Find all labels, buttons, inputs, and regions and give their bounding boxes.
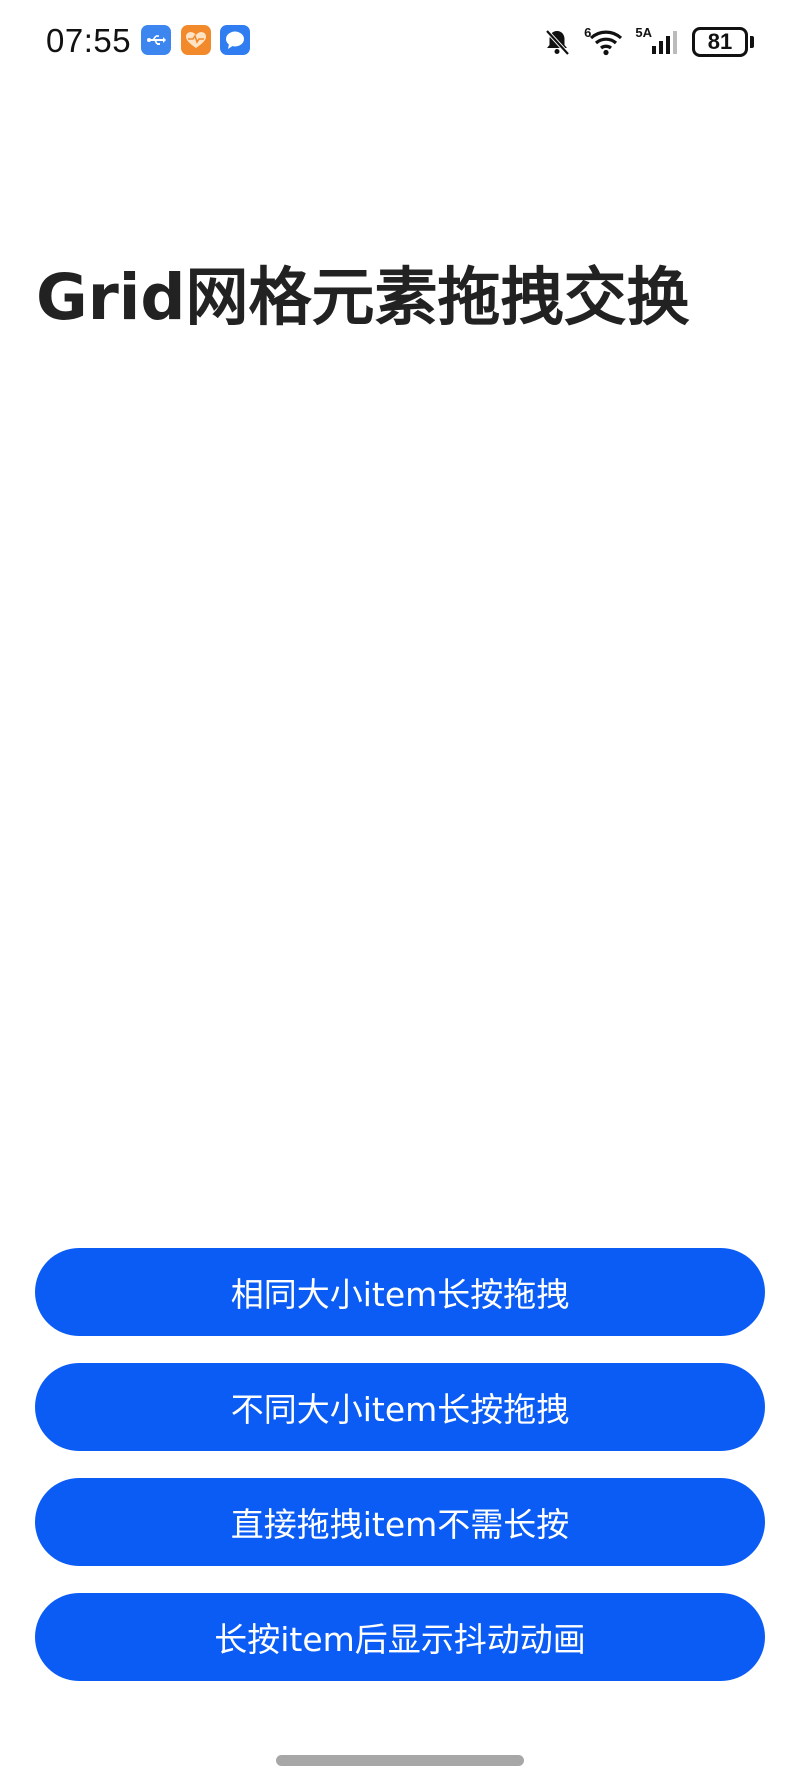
status-bar: 07:55 6 5A 81 bbox=[0, 0, 800, 84]
app-screen: 07:55 6 5A 81 Grid网格元素拖拽交换 相同大小item长按拖拽 … bbox=[0, 0, 800, 1780]
different-size-long-press-drag-button[interactable]: 不同大小item长按拖拽 bbox=[35, 1363, 765, 1451]
long-press-shake-animation-button[interactable]: 长按item后显示抖动动画 bbox=[35, 1593, 765, 1681]
direct-drag-button[interactable]: 直接拖拽item不需长按 bbox=[35, 1478, 765, 1566]
battery-tip bbox=[750, 36, 754, 48]
battery-level: 81 bbox=[707, 29, 733, 54]
health-app-icon bbox=[181, 25, 211, 55]
usb-icon bbox=[141, 25, 171, 55]
mute-bell-icon bbox=[542, 27, 572, 57]
status-indicators: 6 5A 81 bbox=[530, 22, 754, 62]
home-indicator[interactable] bbox=[276, 1755, 524, 1766]
wifi-indicator: 6 bbox=[584, 24, 623, 56]
battery-icon: 81 bbox=[692, 27, 748, 57]
button-list: 相同大小item长按拖拽 不同大小item长按拖拽 直接拖拽item不需长按 长… bbox=[35, 1248, 765, 1708]
wifi-label: 6 bbox=[584, 24, 592, 40]
cellular-indicator: 5A bbox=[635, 24, 680, 56]
cellular-signal-icon bbox=[652, 31, 677, 54]
same-size-long-press-drag-button[interactable]: 相同大小item长按拖拽 bbox=[35, 1248, 765, 1336]
message-app-icon bbox=[220, 25, 250, 55]
cellular-label: 5A bbox=[635, 24, 652, 40]
wifi-icon bbox=[590, 30, 623, 56]
status-time: 07:55 bbox=[46, 22, 132, 59]
battery-indicator: 81 bbox=[692, 27, 754, 57]
page-title: Grid网格元素拖拽交换 bbox=[36, 261, 690, 334]
